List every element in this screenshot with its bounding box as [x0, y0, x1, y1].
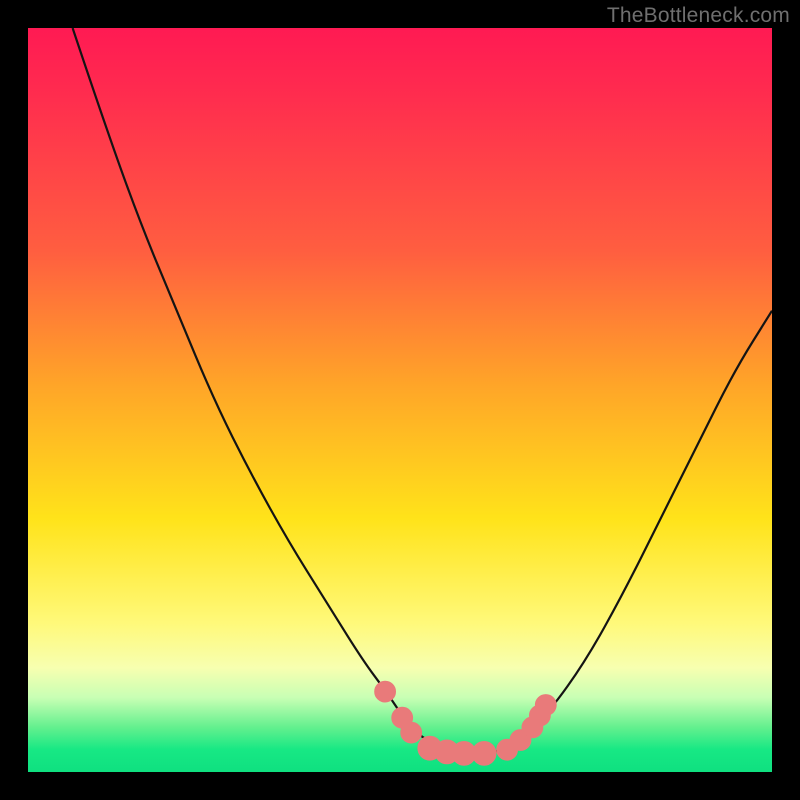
watermark-text: TheBottleneck.com: [607, 4, 790, 28]
curve-marker: [375, 681, 396, 702]
curve-markers: [375, 681, 557, 765]
chart-frame: TheBottleneck.com: [0, 0, 800, 800]
bottleneck-curve: [73, 28, 772, 753]
curve-marker: [401, 722, 422, 743]
curve-marker: [472, 742, 496, 766]
chart-plot-area: [28, 28, 772, 772]
chart-svg: [28, 28, 772, 772]
curve-marker: [535, 695, 556, 716]
